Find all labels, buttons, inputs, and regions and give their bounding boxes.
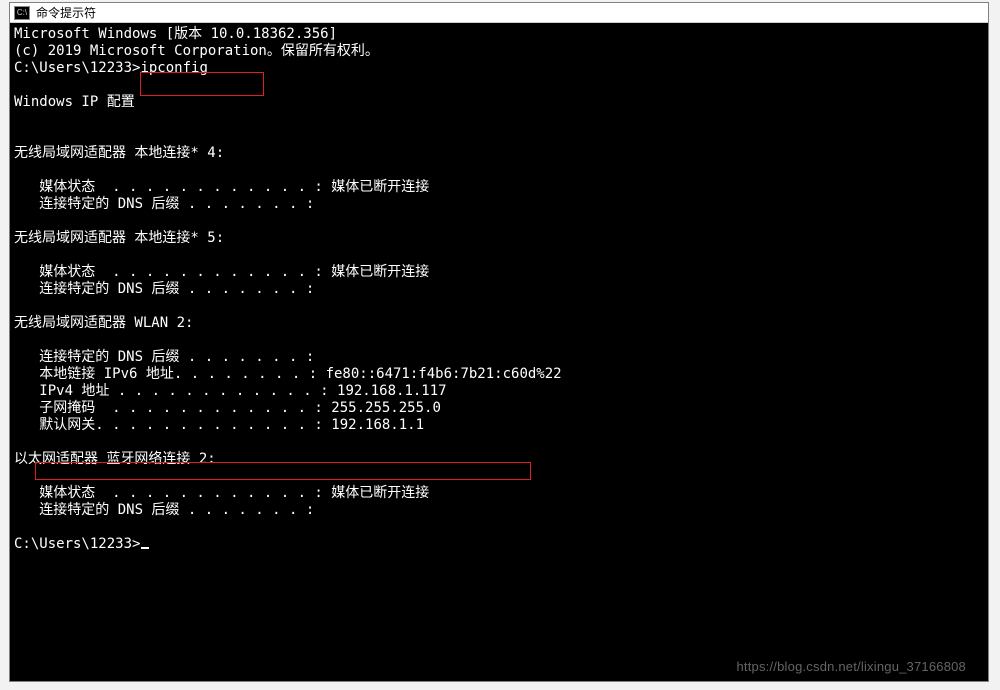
adapter-1-dns-suffix: 连接特定的 DNS 后缀 . . . . . . . :	[14, 196, 984, 213]
adapter-3-ipv6: 本地链接 IPv6 地址. . . . . . . . : fe80::6471…	[14, 366, 984, 383]
value: 媒体已断开连接	[331, 179, 429, 195]
banner-line-2: (c) 2019 Microsoft Corporation。保留所有权利。	[14, 43, 984, 60]
adapter-3-ipv4: IPv4 地址 . . . . . . . . . . . . : 192.16…	[14, 383, 984, 400]
adapter-1-header: 无线局域网适配器 本地连接* 4:	[14, 145, 984, 162]
terminal-output[interactable]: Microsoft Windows [版本 10.0.18362.356] (c…	[10, 23, 988, 681]
value: fe80::6471:f4b6:7b21:c60d%22	[326, 366, 562, 382]
ipconfig-header: Windows IP 配置	[14, 94, 984, 111]
blank-line	[14, 434, 984, 451]
label: 本地链接 IPv6 地址. . . . . . . . :	[14, 366, 326, 382]
value: 192.168.1.117	[337, 383, 447, 399]
adapter-3-gateway: 默认网关. . . . . . . . . . . . . : 192.168.…	[14, 417, 984, 434]
blank-line	[14, 298, 984, 315]
label: 媒体状态 . . . . . . . . . . . . :	[14, 179, 331, 195]
label: 子网掩码 . . . . . . . . . . . . :	[14, 400, 331, 416]
adapter-2-media-state: 媒体状态 . . . . . . . . . . . . : 媒体已断开连接	[14, 264, 984, 281]
adapter-4-media-state: 媒体状态 . . . . . . . . . . . . : 媒体已断开连接	[14, 485, 984, 502]
label: 媒体状态 . . . . . . . . . . . . :	[14, 485, 331, 501]
adapter-3-subnet: 子网掩码 . . . . . . . . . . . . : 255.255.2…	[14, 400, 984, 417]
adapter-3-header: 无线局域网适配器 WLAN 2:	[14, 315, 984, 332]
banner-line-1: Microsoft Windows [版本 10.0.18362.356]	[14, 26, 984, 43]
watermark-text: https://blog.csdn.net/lixingu_37166808	[737, 658, 967, 675]
label: 媒体状态 . . . . . . . . . . . . :	[14, 264, 331, 280]
prompt-path: C:\Users\12233>	[14, 60, 140, 76]
blank-line	[14, 213, 984, 230]
blank-line	[14, 111, 984, 128]
adapter-4-dns-suffix: 连接特定的 DNS 后缀 . . . . . . . :	[14, 502, 984, 519]
blank-line	[14, 77, 984, 94]
cursor-icon	[141, 547, 149, 549]
adapter-1-media-state: 媒体状态 . . . . . . . . . . . . : 媒体已断开连接	[14, 179, 984, 196]
value: 255.255.255.0	[331, 400, 441, 416]
adapter-3-dns-suffix: 连接特定的 DNS 后缀 . . . . . . . :	[14, 349, 984, 366]
adapter-2-dns-suffix: 连接特定的 DNS 后缀 . . . . . . . :	[14, 281, 984, 298]
value: 媒体已断开连接	[331, 485, 429, 501]
prompt-line-1: C:\Users\12233>ipconfig	[14, 60, 984, 77]
blank-line	[14, 332, 984, 349]
cmd-icon: C:\	[14, 6, 30, 20]
titlebar[interactable]: C:\ 命令提示符	[10, 3, 988, 23]
prompt-path: C:\Users\12233>	[14, 536, 140, 552]
blank-line	[14, 162, 984, 179]
blank-line	[14, 519, 984, 536]
entered-command: ipconfig	[140, 60, 207, 76]
blank-line	[14, 247, 984, 264]
blank-line	[14, 128, 984, 145]
adapter-4-header: 以太网适配器 蓝牙网络连接 2:	[14, 451, 984, 468]
label: IPv4 地址 . . . . . . . . . . . . :	[14, 383, 337, 399]
adapter-2-header: 无线局域网适配器 本地连接* 5:	[14, 230, 984, 247]
prompt-line-2: C:\Users\12233>	[14, 536, 984, 553]
label: 默认网关. . . . . . . . . . . . . :	[14, 417, 331, 433]
value: 媒体已断开连接	[331, 264, 429, 280]
window-title: 命令提示符	[36, 4, 96, 21]
blank-line	[14, 468, 984, 485]
cmd-window: C:\ 命令提示符 Microsoft Windows [版本 10.0.183…	[9, 2, 989, 682]
value: 192.168.1.1	[331, 417, 424, 433]
